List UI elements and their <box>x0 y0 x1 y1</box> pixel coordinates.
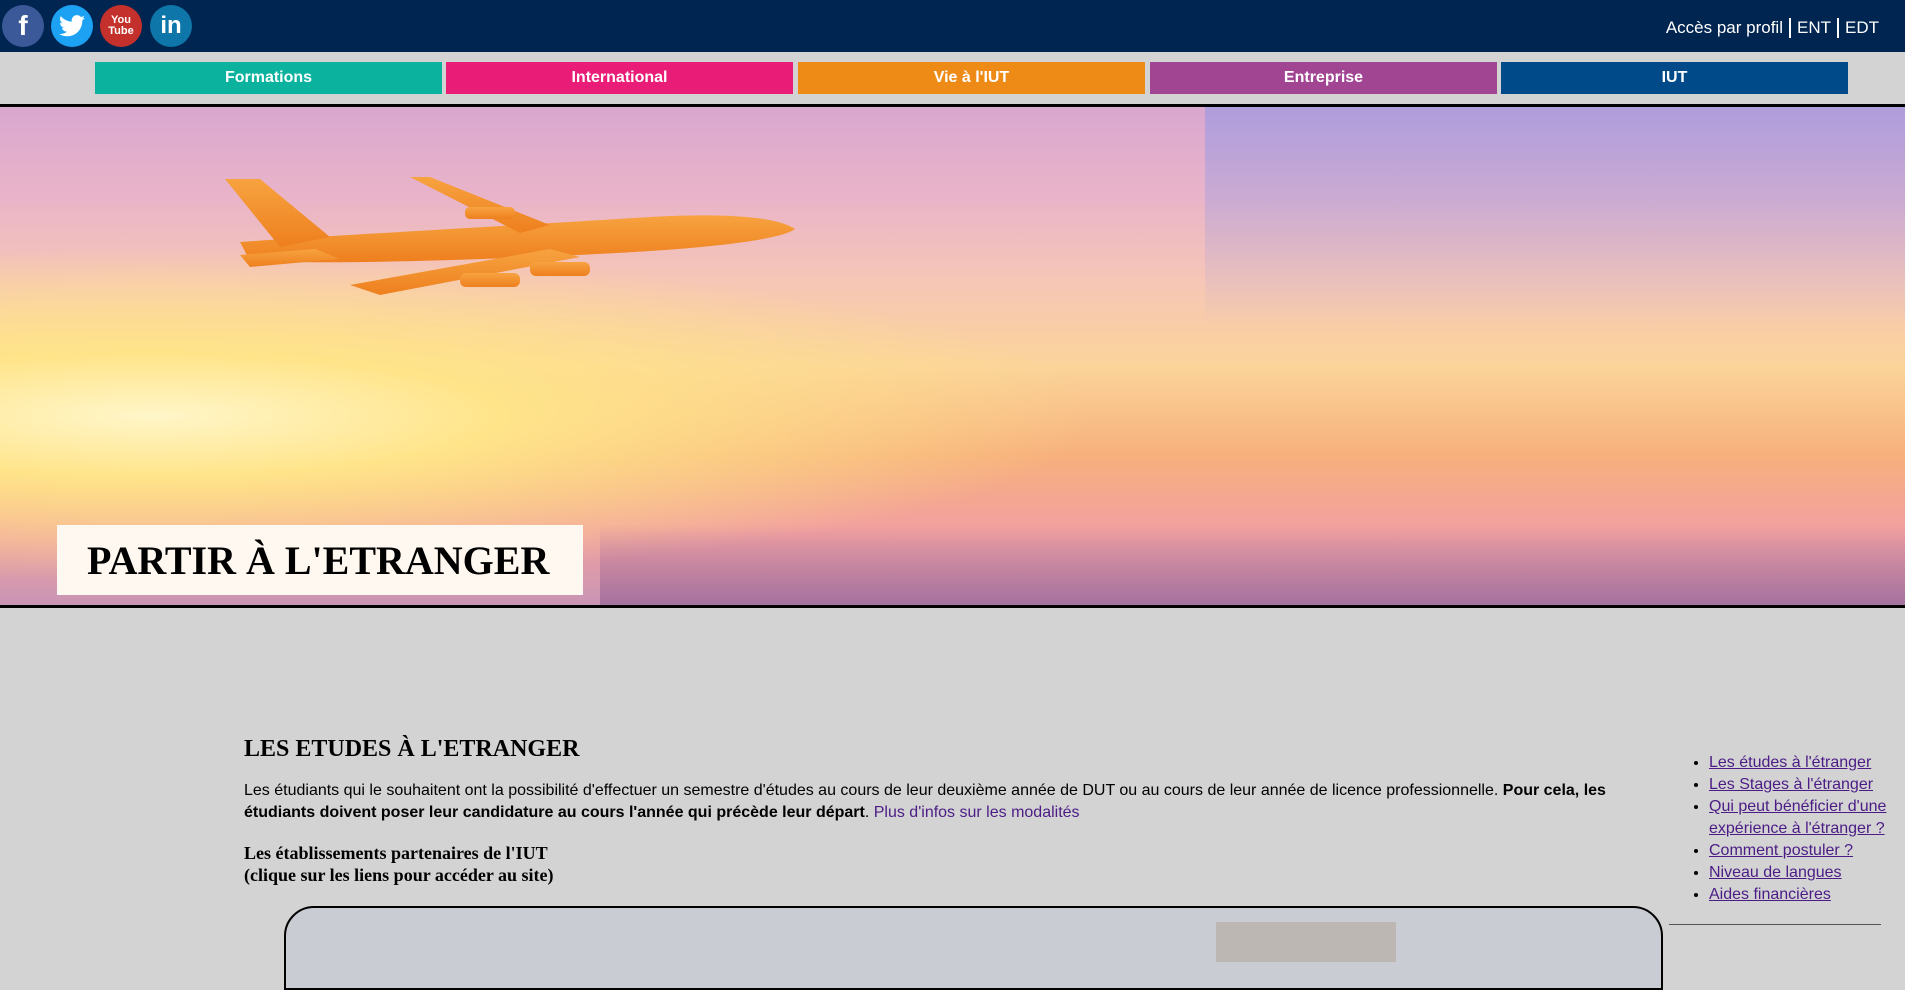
clouds <box>600 525 1905 605</box>
airplane-image <box>225 177 795 295</box>
sidebar-menu: Les études à l'étranger Les Stages à l'é… <box>1669 752 1894 925</box>
youtube-label-2: Tube <box>108 25 134 37</box>
hero-banner: PARTIR À L'ETRANGER <box>0 104 1905 608</box>
carousel-image <box>1216 922 1396 962</box>
linkedin-icon[interactable]: in <box>150 5 192 47</box>
ent-link[interactable]: ENT <box>1789 18 1837 38</box>
sidebar-item: Qui peut bénéficier d'une expérience à l… <box>1709 796 1894 840</box>
sidebar-item: Les Stages à l'étranger <box>1709 774 1894 796</box>
partners-carousel[interactable] <box>284 906 1663 990</box>
nav-entreprise[interactable]: Entreprise <box>1150 62 1497 94</box>
sidebar-item: Les études à l'étranger <box>1709 752 1894 774</box>
youtube-icon[interactable]: You Tube <box>100 5 142 47</box>
edt-link[interactable]: EDT <box>1837 18 1885 38</box>
sidebar-link-beneficiaires[interactable]: Qui peut bénéficier d'une expérience à l… <box>1709 798 1886 837</box>
sidebar-link-aides[interactable]: Aides financières <box>1709 886 1831 903</box>
sidebar-divider <box>1669 924 1881 925</box>
linkedin-glyph: in <box>160 12 182 39</box>
intro-text-end: . <box>864 804 874 821</box>
top-links: Accès par profil ENT EDT <box>1660 18 1885 38</box>
facebook-icon[interactable]: f <box>2 5 44 47</box>
intro-text: Les étudiants qui le souhaitent ont la p… <box>244 782 1503 799</box>
top-bar: f You Tube in Accès par profil ENT EDT <box>0 0 1905 52</box>
more-info-link[interactable]: Plus d'infos sur les modalités <box>874 804 1080 821</box>
profile-access-link[interactable]: Accès par profil <box>1660 18 1789 38</box>
partners-heading: Les établissements partenaires de l'IUT … <box>244 842 554 886</box>
twitter-bird <box>59 15 85 37</box>
twitter-icon[interactable] <box>51 5 93 47</box>
intro-paragraph: Les étudiants qui le souhaitent ont la p… <box>244 780 1624 824</box>
nav-iut[interactable]: IUT <box>1501 62 1848 94</box>
partners-line-1: Les établissements partenaires de l'IUT <box>244 843 548 863</box>
sidebar-item: Aides financières <box>1709 884 1894 906</box>
sidebar-link-etudes[interactable]: Les études à l'étranger <box>1709 754 1871 771</box>
nav-formations[interactable]: Formations <box>95 62 442 94</box>
partners-line-2: (clique sur les liens pour accéder au si… <box>244 865 554 885</box>
hero-title: PARTIR À L'ETRANGER <box>57 525 583 595</box>
sidebar-item: Niveau de langues <box>1709 862 1894 884</box>
sidebar-link-langues[interactable]: Niveau de langues <box>1709 864 1842 881</box>
facebook-glyph: f <box>18 10 28 41</box>
sidebar-link-stages[interactable]: Les Stages à l'étranger <box>1709 776 1873 793</box>
section-title: LES ETUDES À L'ETRANGER <box>244 736 580 762</box>
sidebar-link-postuler[interactable]: Comment postuler ? <box>1709 842 1853 859</box>
sky-glow <box>1205 107 1905 327</box>
sidebar-item: Comment postuler ? <box>1709 840 1894 862</box>
nav-international[interactable]: International <box>446 62 793 94</box>
nav-vie-iut[interactable]: Vie à l'IUT <box>798 62 1145 94</box>
